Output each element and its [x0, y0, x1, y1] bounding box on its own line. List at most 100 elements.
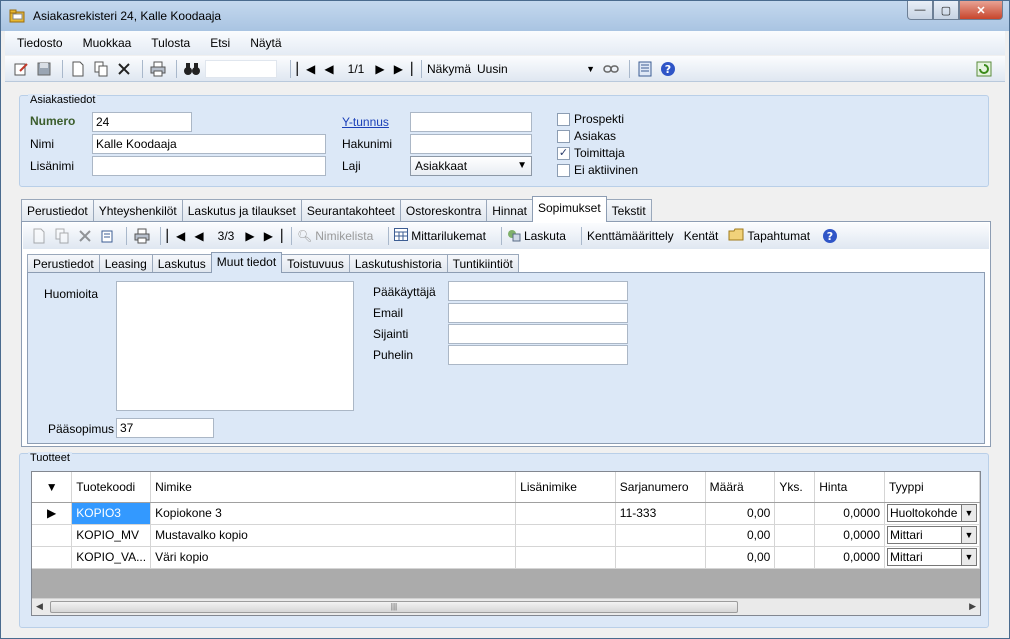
cell-code[interactable]: KOPIO_MV [71, 524, 152, 547]
menu-tulosta[interactable]: Tulosta [151, 36, 190, 50]
col-lisanimike[interactable]: Lisänimike [515, 472, 616, 503]
type-select[interactable]: Mittari ▼ [887, 526, 977, 544]
scrollbar-thumb[interactable]: ||| [50, 601, 738, 613]
puhelin-field[interactable] [448, 345, 628, 365]
help-icon[interactable]: ? [820, 226, 840, 246]
checkbox-box[interactable] [557, 129, 570, 143]
subtab-toistuvuus[interactable]: Toistuvuus [281, 254, 350, 273]
next-record-icon[interactable]: ▶ [240, 226, 260, 246]
cell-price[interactable]: 0,0000 [814, 546, 885, 569]
table-row[interactable]: KOPIO_VA... Väri kopio 0,00 0,0000 Mitta… [32, 546, 980, 569]
cell-code[interactable]: KOPIO_VA... [71, 546, 152, 569]
prev-record-icon[interactable]: ◀ [189, 226, 209, 246]
cell-type[interactable]: Mittari ▼ [884, 524, 980, 547]
cell-unit[interactable] [774, 524, 816, 547]
cell-code[interactable]: KOPIO3 [71, 502, 152, 525]
mittarilukemat-button[interactable]: Mittarilukemat [394, 228, 486, 244]
cell-price[interactable]: 0,0000 [814, 502, 885, 525]
list-view-icon[interactable] [635, 59, 655, 79]
prospekti-checkbox[interactable]: Prospekti [557, 112, 624, 126]
cell-extra[interactable] [515, 524, 616, 547]
ei-aktiivinen-checkbox[interactable]: Ei aktiivinen [557, 163, 638, 177]
toimittaja-checkbox[interactable]: ✓ Toimittaja [557, 146, 625, 160]
refresh-icon[interactable] [974, 59, 994, 79]
search-binoculars-icon[interactable] [182, 59, 202, 79]
view-select[interactable]: Näkymä Uusin ▼ [427, 59, 595, 78]
delete-icon[interactable] [75, 226, 95, 246]
save-icon[interactable] [34, 59, 54, 79]
col-hinta[interactable]: Hinta [814, 472, 885, 503]
kentat-button[interactable]: Kentät [684, 229, 719, 243]
copy-icon[interactable] [91, 59, 111, 79]
row-menu-icon[interactable]: ▼ [32, 472, 73, 503]
table-row[interactable]: KOPIO_MV Mustavalko kopio 0,00 0,0000 Mi… [32, 524, 980, 547]
close-button[interactable]: ✕ [959, 1, 1003, 20]
help-icon[interactable]: ? [658, 59, 678, 79]
type-select[interactable]: Mittari ▼ [887, 548, 977, 566]
copy-icon[interactable] [52, 226, 72, 246]
kenttamaarittely-button[interactable]: Kenttämäärittely [587, 229, 674, 243]
cell-qty[interactable]: 0,00 [705, 546, 776, 569]
cell-type[interactable]: Mittari ▼ [884, 546, 980, 569]
nimi-field[interactable]: Kalle Koodaaja [92, 134, 326, 154]
laskuta-button[interactable]: Laskuta [507, 228, 566, 245]
col-yks[interactable]: Yks. [774, 472, 816, 503]
col-sarjanumero[interactable]: Sarjanumero [615, 472, 706, 503]
paakayttaja-field[interactable] [448, 281, 628, 301]
cell-unit[interactable] [774, 502, 816, 525]
new-document-icon[interactable] [29, 226, 49, 246]
subtab-muut-tiedot[interactable]: Muut tiedot [210, 252, 283, 273]
last-record-icon[interactable]: ▶▕ [263, 226, 283, 246]
menu-muokkaa[interactable]: Muokkaa [83, 36, 132, 50]
tab-tekstit[interactable]: Tekstit [605, 199, 652, 222]
huomioita-textarea[interactable] [116, 281, 354, 411]
cell-unit[interactable] [774, 546, 816, 569]
horizontal-scrollbar[interactable]: ◀ ||| ▶ [32, 598, 980, 615]
tapahtumat-button[interactable]: Tapahtumat [728, 228, 810, 244]
laji-select[interactable]: Asiakkaat ▼ [410, 156, 532, 176]
cell-serial[interactable]: 11-333 [615, 502, 706, 525]
menu-tiedosto[interactable]: Tiedosto [17, 36, 63, 50]
subtab-laskutus[interactable]: Laskutus [151, 254, 212, 273]
email-field[interactable] [448, 303, 628, 323]
edit-list-icon[interactable] [98, 226, 118, 246]
tab-laskutus-ja-tilaukset[interactable]: Laskutus ja tilaukset [181, 199, 302, 222]
ytunnus-link[interactable]: Y-tunnus [342, 115, 389, 129]
checkbox-box[interactable] [557, 112, 570, 126]
lisanimi-field[interactable] [92, 156, 326, 176]
checkmark-icon[interactable]: ✓ [557, 146, 570, 160]
scroll-right-icon[interactable]: ▶ [969, 601, 976, 612]
nimikelista-button[interactable]: 🔍︎ Nimikelista [297, 229, 373, 243]
tab-perustiedot[interactable]: Perustiedot [21, 199, 94, 222]
numero-field[interactable]: 24 [92, 112, 192, 132]
sijainti-field[interactable] [448, 324, 628, 344]
menu-nayta[interactable]: Näytä [250, 36, 281, 50]
cell-qty[interactable]: 0,00 [705, 502, 776, 525]
cell-extra[interactable] [515, 546, 616, 569]
link-icon[interactable] [601, 59, 621, 79]
cell-type[interactable]: Huoltokohde ▼ [884, 502, 980, 525]
asiakas-checkbox[interactable]: Asiakas [557, 129, 616, 143]
table-row[interactable]: ▶ KOPIO3 Kopiokone 3 11-333 0,00 0,0000 … [32, 502, 980, 525]
col-tyyppi[interactable]: Tyyppi [884, 472, 980, 503]
subtab-tuntikiintiot[interactable]: Tuntikiintiöt [446, 254, 519, 273]
tab-yhteyshenkilot[interactable]: Yhteyshenkilöt [92, 199, 183, 222]
first-record-icon[interactable]: ▏◀ [296, 59, 316, 79]
col-maara[interactable]: Määrä [705, 472, 776, 503]
cell-name[interactable]: Mustavalko kopio [150, 524, 517, 547]
subtab-laskutushistoria[interactable]: Laskutushistoria [348, 254, 448, 273]
ytunnus-field[interactable] [410, 112, 532, 132]
next-record-icon[interactable]: ▶ [370, 59, 390, 79]
cell-serial[interactable] [615, 546, 706, 569]
cell-qty[interactable]: 0,00 [705, 524, 776, 547]
last-record-icon[interactable]: ▶▕ [393, 59, 413, 79]
new-document-icon[interactable] [68, 59, 88, 79]
cell-serial[interactable] [615, 524, 706, 547]
paasopimus-field[interactable]: 37 [116, 418, 214, 438]
cell-name[interactable]: Väri kopio [150, 546, 517, 569]
maximize-button[interactable]: ▢ [933, 1, 959, 20]
first-record-icon[interactable]: ▏◀ [166, 226, 186, 246]
delete-icon[interactable] [114, 59, 134, 79]
scroll-left-icon[interactable]: ◀ [36, 601, 43, 612]
menu-etsi[interactable]: Etsi [210, 36, 230, 50]
